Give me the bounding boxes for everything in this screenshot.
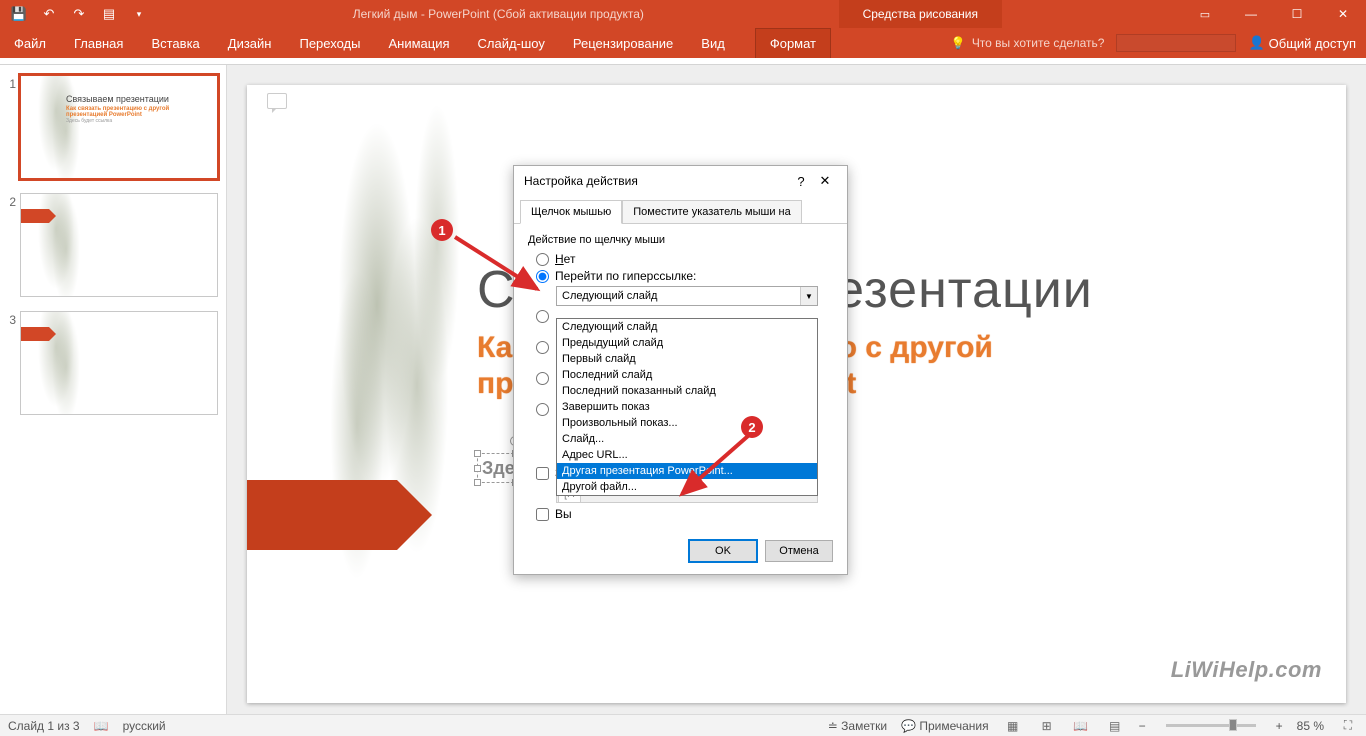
checkbox-highlight[interactable]: Вы xyxy=(536,507,833,521)
radio-hyperlink[interactable]: Перейти по гиперссылке: xyxy=(536,269,833,283)
slideshow-icon[interactable]: ▤ xyxy=(96,2,122,26)
slideshow-view-icon[interactable]: ▤ xyxy=(1105,718,1125,734)
tab-animations[interactable]: Анимация xyxy=(374,28,463,58)
combo-value: Следующий слайд xyxy=(557,290,800,302)
person-icon: 👤 xyxy=(1248,35,1264,51)
dialog-tabs: Щелчок мышью Поместите указатель мыши на xyxy=(514,196,847,224)
tab-mouse-click[interactable]: Щелчок мышью xyxy=(520,200,622,224)
dialog-close-icon[interactable]: ✕ xyxy=(813,173,837,189)
close-icon[interactable]: ✕ xyxy=(1320,0,1366,28)
checkbox-sound-input[interactable] xyxy=(536,467,549,480)
radio-input[interactable] xyxy=(536,341,549,354)
dropdown-option[interactable]: Последний слайд xyxy=(557,367,817,383)
tab-file[interactable]: Файл xyxy=(0,28,60,58)
thumb-number: 2 xyxy=(4,193,20,297)
thumb-number: 3 xyxy=(4,311,20,415)
sorter-view-icon[interactable]: ⊞ xyxy=(1037,718,1057,734)
hyperlink-combo[interactable]: Следующий слайд ▼ xyxy=(556,286,818,306)
normal-view-icon[interactable]: ▦ xyxy=(1003,718,1023,734)
thumb-number: 1 xyxy=(4,75,20,179)
dropdown-option[interactable]: Следующий слайд xyxy=(557,319,817,335)
tab-slideshow[interactable]: Слайд-шоу xyxy=(464,28,559,58)
status-bar: Слайд 1 из 3 📖 русский ≐ Заметки 💬 Приме… xyxy=(0,714,1366,736)
title-bar: 💾 ↶ ↷ ▤ ▾ Легкий дым - PowerPoint (Сбой … xyxy=(0,0,1366,28)
slide-counter[interactable]: Слайд 1 из 3 xyxy=(8,719,80,733)
radio-input[interactable] xyxy=(536,403,549,416)
tab-transitions[interactable]: Переходы xyxy=(285,28,374,58)
slide-thumbnail-2[interactable] xyxy=(20,193,218,297)
dialog-titlebar[interactable]: Настройка действия ? ✕ xyxy=(514,166,847,196)
maximize-icon[interactable]: ☐ xyxy=(1274,0,1320,28)
zoom-level[interactable]: 85 % xyxy=(1297,719,1324,733)
zoom-out-icon[interactable]: − xyxy=(1139,719,1146,733)
slide-thumbnails-panel: 1 Связываем презентации Как связать през… xyxy=(0,65,227,714)
undo-icon[interactable]: ↶ xyxy=(36,2,62,26)
dialog-title: Настройка действия xyxy=(524,174,789,188)
annotation-badge-2: 2 xyxy=(741,416,763,438)
watermark: LiWiHelp.com xyxy=(1171,657,1322,683)
tell-me-search[interactable]: 💡 Что вы хотите сделать? xyxy=(951,36,1105,50)
dropdown-option[interactable]: Последний показанный слайд xyxy=(557,383,817,399)
thumb-title: Связываем презентации xyxy=(66,94,169,104)
fit-to-window-icon[interactable]: ⛶ xyxy=(1338,718,1358,734)
tab-mouse-over[interactable]: Поместите указатель мыши на xyxy=(622,200,802,224)
tab-home[interactable]: Главная xyxy=(60,28,137,58)
slide-thumbnail-3[interactable] xyxy=(20,311,218,415)
resize-handle[interactable] xyxy=(474,450,481,457)
ribbon-options-icon[interactable]: ▭ xyxy=(1182,0,1228,28)
radio-input[interactable] xyxy=(536,372,549,385)
radio-none[interactable]: Нет xyxy=(536,252,833,266)
account-placeholder[interactable] xyxy=(1116,34,1236,52)
slide-thumbnail-1[interactable]: Связываем презентации Как связать презен… xyxy=(20,75,218,179)
dropdown-option[interactable]: Предыдущий слайд xyxy=(557,335,817,351)
group-label: Действие по щелчку мыши xyxy=(528,234,833,246)
annotation-arrow-2 xyxy=(670,428,755,503)
ribbon-tabs: Файл Главная Вставка Дизайн Переходы Ани… xyxy=(0,28,1366,58)
cancel-button[interactable]: Отмена xyxy=(765,540,833,562)
minimize-icon[interactable]: — xyxy=(1228,0,1274,28)
spellcheck-icon[interactable]: 📖 xyxy=(94,719,109,733)
tab-format[interactable]: Формат xyxy=(755,28,831,58)
reading-view-icon[interactable]: 📖 xyxy=(1071,718,1091,734)
ribbon-collapsed xyxy=(0,58,1366,65)
zoom-in-icon[interactable]: + xyxy=(1276,719,1283,733)
ok-button[interactable]: OK xyxy=(689,540,757,562)
annotation-arrow-1 xyxy=(445,225,550,300)
zoom-slider[interactable] xyxy=(1166,724,1256,727)
contextual-tab-label: Средства рисования xyxy=(839,0,1002,28)
resize-handle[interactable] xyxy=(474,479,481,486)
dropdown-option[interactable]: Завершить показ xyxy=(557,399,817,415)
combo-dropdown-icon[interactable]: ▼ xyxy=(800,287,817,305)
quick-access-toolbar: 💾 ↶ ↷ ▤ ▾ xyxy=(0,2,158,26)
thumbnail-row[interactable]: 1 Связываем презентации Как связать през… xyxy=(0,71,226,189)
tab-review[interactable]: Рецензирование xyxy=(559,28,687,58)
checkbox-highlight-input[interactable] xyxy=(536,508,549,521)
dropdown-option[interactable]: Первый слайд xyxy=(557,351,817,367)
qat-more-icon[interactable]: ▾ xyxy=(126,2,152,26)
language-indicator[interactable]: русский xyxy=(123,719,166,733)
thumbnail-row[interactable]: 2 xyxy=(0,189,226,307)
resize-handle[interactable] xyxy=(474,465,481,472)
redo-icon[interactable]: ↷ xyxy=(66,2,92,26)
thumb-text: Здесь будет ссылка xyxy=(66,118,112,124)
tab-view[interactable]: Вид xyxy=(687,28,739,58)
tab-insert[interactable]: Вставка xyxy=(137,28,213,58)
radio-input[interactable] xyxy=(536,310,549,323)
arrow-shape[interactable] xyxy=(247,480,397,550)
bulb-icon: 💡 xyxy=(951,36,966,50)
thumbnail-row[interactable]: 3 xyxy=(0,307,226,425)
action-settings-dialog: Настройка действия ? ✕ Щелчок мышью Поме… xyxy=(513,165,848,575)
annotation-badge-1: 1 xyxy=(431,219,453,241)
zoom-slider-thumb[interactable] xyxy=(1229,719,1237,731)
comments-button[interactable]: 💬 Примечания xyxy=(901,719,989,733)
thumb-subtitle: Как связать презентацию с другой презент… xyxy=(66,106,186,118)
tab-design[interactable]: Дизайн xyxy=(214,28,286,58)
dialog-buttons: OK Отмена xyxy=(514,530,847,574)
notes-button[interactable]: ≐ Заметки xyxy=(828,719,887,733)
share-button[interactable]: 👤 Общий доступ xyxy=(1248,35,1356,51)
window-controls: ▭ — ☐ ✕ xyxy=(1182,0,1366,28)
document-title: Легкий дым - PowerPoint (Сбой активации … xyxy=(158,7,839,21)
dialog-help-icon[interactable]: ? xyxy=(789,174,813,189)
save-icon[interactable]: 💾 xyxy=(6,2,32,26)
